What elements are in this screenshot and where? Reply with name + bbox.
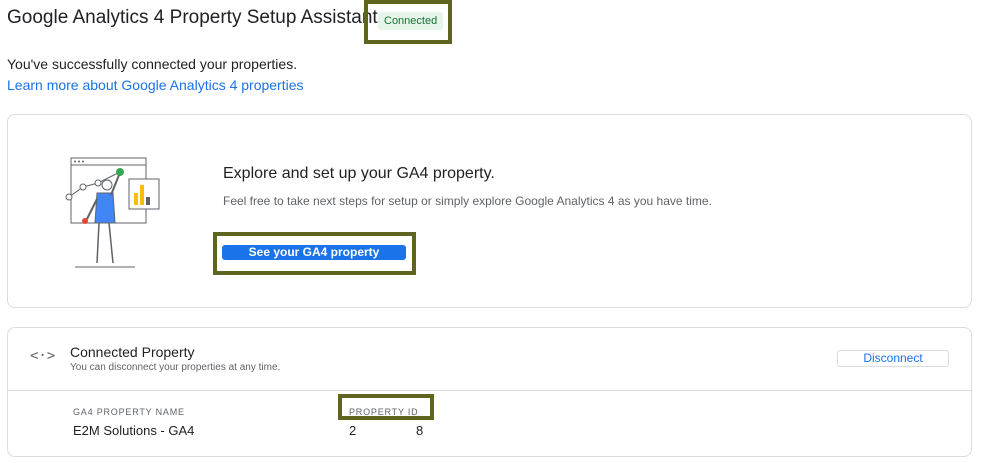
connected-property-title: Connected Property [70, 344, 195, 360]
property-id-value-start: 2 [349, 423, 357, 438]
connected-property-card: <·> Connected Property You can disconnec… [7, 327, 972, 457]
link-icon: <·> [30, 348, 56, 364]
divider [8, 390, 971, 391]
status-badge: Connected [378, 12, 444, 30]
analytics-illustration [65, 157, 160, 268]
success-message: You've successfully connected your prope… [7, 56, 298, 72]
learn-more-link[interactable]: Learn more about Google Analytics 4 prop… [7, 77, 304, 93]
disconnect-button[interactable]: Disconnect [837, 350, 949, 367]
explore-description: Feel free to take next steps for setup o… [223, 194, 712, 208]
property-id-header: PROPERTY ID [349, 407, 419, 417]
explore-card: Explore and set up your GA4 property. Fe… [7, 114, 972, 308]
page-title: Google Analytics 4 Property Setup Assist… [7, 7, 378, 28]
property-name-value: E2M Solutions - GA4 [73, 423, 195, 438]
property-id-highlight: PROPERTY ID [338, 394, 434, 420]
connected-property-subtitle: You can disconnect your properties at an… [70, 362, 281, 373]
explore-title: Explore and set up your GA4 property. [223, 165, 495, 182]
property-id-value-end: 8 [416, 423, 424, 438]
button-highlight: See your GA4 property [213, 232, 416, 275]
see-ga4-property-button[interactable]: See your GA4 property [222, 245, 406, 260]
status-highlight: Connected [364, 0, 452, 44]
property-name-header: GA4 PROPERTY NAME [73, 407, 185, 417]
